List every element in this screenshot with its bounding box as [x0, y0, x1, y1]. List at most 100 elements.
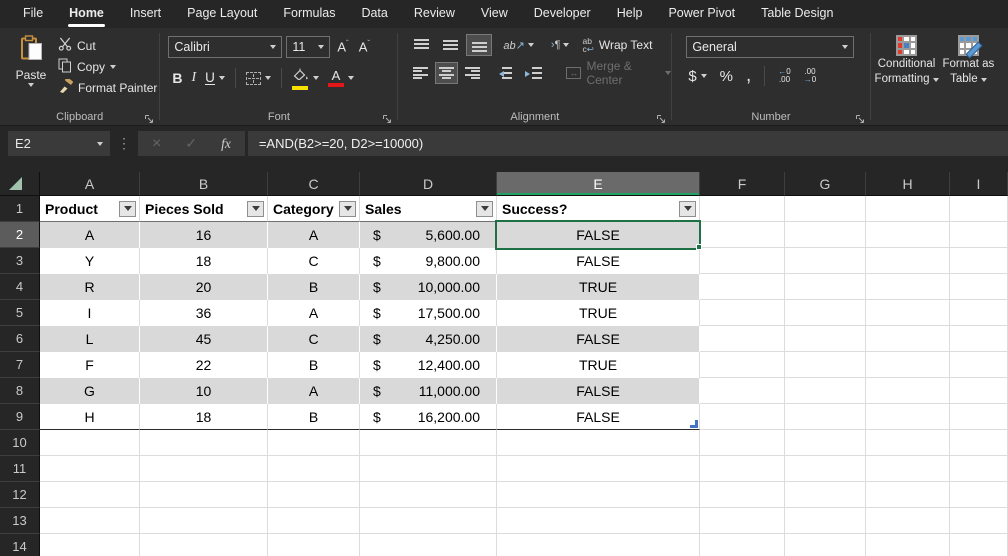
- cell-A13[interactable]: [40, 508, 140, 534]
- column-header-A[interactable]: A: [40, 172, 140, 196]
- cell-A11[interactable]: [40, 456, 140, 482]
- cell-I6[interactable]: [950, 326, 1008, 352]
- cell-H10[interactable]: [866, 430, 950, 456]
- tab-file[interactable]: File: [10, 0, 56, 28]
- cell-G7[interactable]: [785, 352, 866, 378]
- cell-G14[interactable]: [785, 534, 866, 556]
- cell-C2[interactable]: A: [268, 222, 360, 248]
- cell-E7[interactable]: TRUE: [497, 352, 700, 378]
- clipboard-dialog-launcher[interactable]: [144, 111, 155, 123]
- cell-B3[interactable]: 18: [140, 248, 268, 274]
- cell-F1[interactable]: [700, 196, 785, 222]
- row-header-9[interactable]: 9: [0, 404, 40, 430]
- cell-B7[interactable]: 22: [140, 352, 268, 378]
- cell-F8[interactable]: [700, 378, 785, 404]
- cell-C14[interactable]: [268, 534, 360, 556]
- cell-H11[interactable]: [866, 456, 950, 482]
- cell-C7[interactable]: B: [268, 352, 360, 378]
- tab-home[interactable]: Home: [56, 0, 117, 28]
- conditional-formatting-button[interactable]: Conditional Formatting: [875, 35, 939, 125]
- cell-D13[interactable]: [360, 508, 497, 534]
- cell-B9[interactable]: 18: [140, 404, 268, 430]
- tab-help[interactable]: Help: [604, 0, 656, 28]
- cell-H7[interactable]: [866, 352, 950, 378]
- text-direction-button[interactable]: ›¶: [551, 39, 561, 51]
- cell-G4[interactable]: [785, 274, 866, 300]
- cell-I8[interactable]: [950, 378, 1008, 404]
- cell-E13[interactable]: [497, 508, 700, 534]
- cell-I3[interactable]: [950, 248, 1008, 274]
- cell-D12[interactable]: [360, 482, 497, 508]
- row-header-10[interactable]: 10: [0, 430, 40, 456]
- cell-H3[interactable]: [866, 248, 950, 274]
- cell-H13[interactable]: [866, 508, 950, 534]
- cell-H1[interactable]: [866, 196, 950, 222]
- row-header-7[interactable]: 7: [0, 352, 40, 378]
- cell-D5[interactable]: $17,500.00: [360, 300, 497, 326]
- cell-D2[interactable]: $5,600.00: [360, 222, 497, 248]
- cell-F2[interactable]: [700, 222, 785, 248]
- accounting-format-button[interactable]: $: [688, 68, 696, 85]
- cell-F13[interactable]: [700, 508, 785, 534]
- cell-E9[interactable]: FALSE: [497, 404, 700, 430]
- column-header-C[interactable]: C: [268, 172, 360, 196]
- cell-A14[interactable]: [40, 534, 140, 556]
- font-name-combo[interactable]: Calibri: [168, 36, 283, 58]
- format-as-table-button[interactable]: Format as Table: [943, 35, 994, 125]
- cell-C9[interactable]: B: [268, 404, 360, 430]
- cell-I5[interactable]: [950, 300, 1008, 326]
- cell-F7[interactable]: [700, 352, 785, 378]
- cell-D10[interactable]: [360, 430, 497, 456]
- cell-E2[interactable]: FALSE: [497, 222, 700, 248]
- cell-D14[interactable]: [360, 534, 497, 556]
- tab-review[interactable]: Review: [401, 0, 468, 28]
- cell-H4[interactable]: [866, 274, 950, 300]
- increase-indent-button[interactable]: [522, 62, 545, 84]
- fill-handle[interactable]: [696, 244, 702, 250]
- font-color-button[interactable]: A: [327, 69, 344, 87]
- row-header-12[interactable]: 12: [0, 482, 40, 508]
- paste-dropdown-icon[interactable]: [28, 83, 34, 87]
- cell-B11[interactable]: [140, 456, 268, 482]
- text-direction-dropdown-icon[interactable]: [563, 43, 570, 47]
- cell-H2[interactable]: [866, 222, 950, 248]
- cell-C11[interactable]: [268, 456, 360, 482]
- orientation-button[interactable]: ab↗: [503, 39, 524, 52]
- row-header-3[interactable]: 3: [0, 248, 40, 274]
- cell-A9[interactable]: H: [40, 404, 140, 430]
- cell-G3[interactable]: [785, 248, 866, 274]
- copy-dropdown-icon[interactable]: [110, 64, 117, 69]
- formula-input[interactable]: =AND(B2>=20, D2>=10000): [247, 131, 1008, 156]
- orientation-dropdown-icon[interactable]: [527, 43, 534, 47]
- format-painter-button[interactable]: Format Painter: [58, 77, 157, 98]
- cell-G9[interactable]: [785, 404, 866, 430]
- cell-I1[interactable]: [950, 196, 1008, 222]
- column-header-F[interactable]: F: [700, 172, 785, 196]
- cell-D7[interactable]: $12,400.00: [360, 352, 497, 378]
- cell-F12[interactable]: [700, 482, 785, 508]
- cell-D3[interactable]: $9,800.00: [360, 248, 497, 274]
- bottom-align-button[interactable]: [466, 34, 493, 56]
- cell-B5[interactable]: 36: [140, 300, 268, 326]
- cell-A10[interactable]: [40, 430, 140, 456]
- header-cell-A1[interactable]: Product: [40, 196, 140, 222]
- align-left-button[interactable]: [408, 62, 431, 84]
- cell-B8[interactable]: 10: [140, 378, 268, 404]
- copy-button[interactable]: Copy: [58, 56, 157, 77]
- tab-view[interactable]: View: [468, 0, 521, 28]
- underline-dropdown-icon[interactable]: [218, 76, 225, 81]
- cell-F5[interactable]: [700, 300, 785, 326]
- header-cell-E1[interactable]: Success?: [497, 196, 700, 222]
- cell-B13[interactable]: [140, 508, 268, 534]
- cell-G1[interactable]: [785, 196, 866, 222]
- font-color-dropdown-icon[interactable]: [347, 76, 354, 81]
- select-all-button[interactable]: [0, 172, 40, 196]
- cell-E11[interactable]: [497, 456, 700, 482]
- increase-font-size-button[interactable]: Aˆ: [334, 39, 351, 54]
- cell-A8[interactable]: G: [40, 378, 140, 404]
- header-cell-C1[interactable]: Category: [268, 196, 360, 222]
- wrap-text-button[interactable]: ab c↩ Wrap Text: [582, 37, 652, 54]
- comma-style-button[interactable]: ,: [746, 66, 751, 85]
- cell-I14[interactable]: [950, 534, 1008, 556]
- filter-button-E[interactable]: [679, 200, 696, 217]
